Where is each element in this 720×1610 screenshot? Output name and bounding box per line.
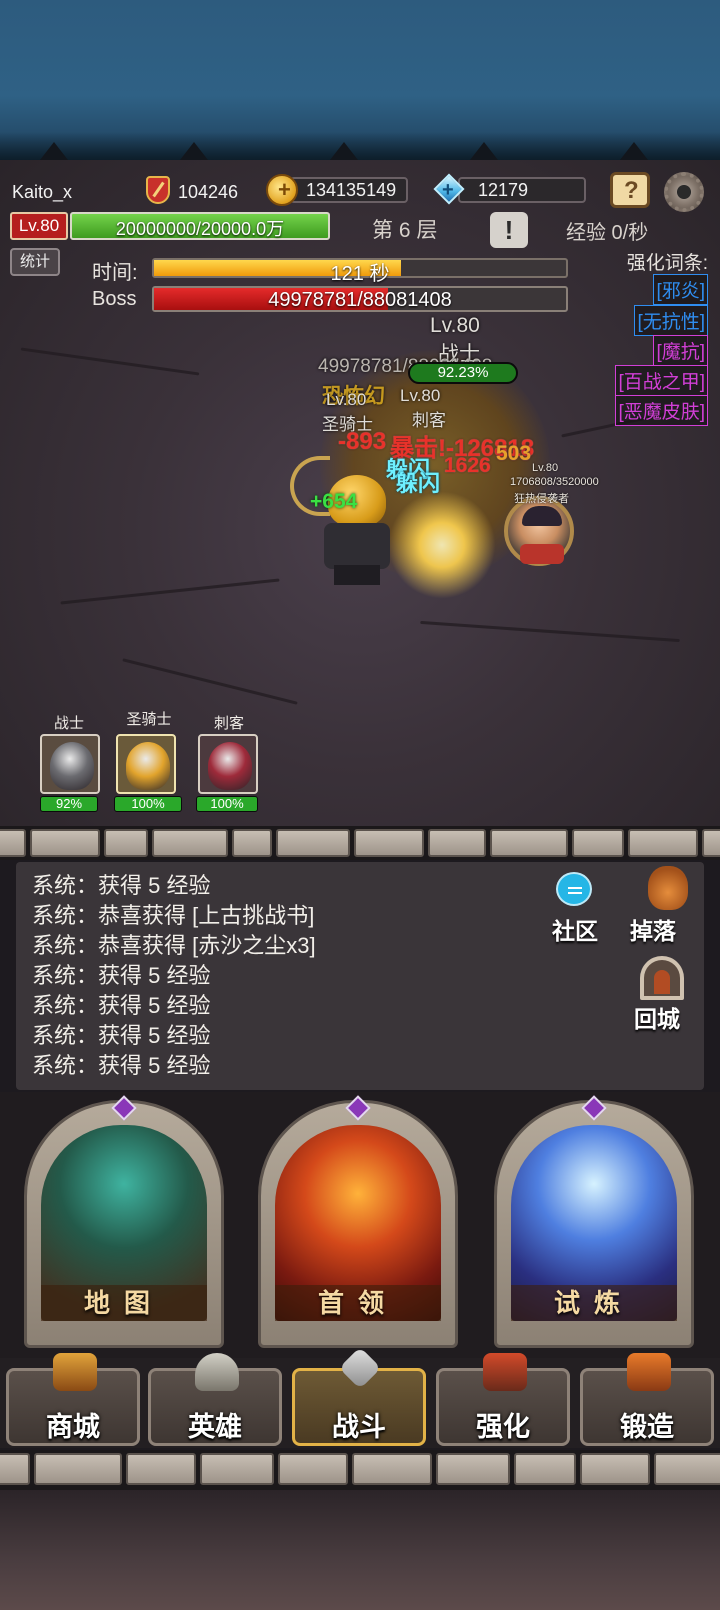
timer-label: 时间: xyxy=(92,262,138,284)
trial-mode-card[interactable]: 试炼 xyxy=(494,1095,694,1348)
damage-number: 503 xyxy=(496,442,532,465)
loot-bag-icon[interactable] xyxy=(648,866,688,910)
gold-value: 134135149 xyxy=(306,180,397,200)
log-line: 系统：获得 5 经验 xyxy=(32,1053,211,1078)
party-member-name: 圣骑士 xyxy=(126,711,172,728)
stone-wall-bottom xyxy=(0,1450,720,1490)
hero-hp-pill: 92.23% xyxy=(408,362,518,384)
nav-label: 锻造 xyxy=(620,1412,674,1442)
anvil-icon xyxy=(627,1353,671,1391)
floor-indicator: 第 6 层 xyxy=(372,219,438,242)
nav-label: 英雄 xyxy=(188,1412,242,1442)
gem-add-icon[interactable]: + xyxy=(433,173,466,206)
enemy-name: 狂热侵袭者 xyxy=(514,493,569,505)
stats-button[interactable]: 统计 xyxy=(10,248,60,276)
affix-title: 强化词条: xyxy=(626,253,708,274)
top-status-bar: Kaito_x 104246 + 134135149 + 12179 ? Lv.… xyxy=(0,160,720,248)
log-line: 系统：恭喜获得 [赤沙之尘x3] xyxy=(32,933,316,958)
log-line: 系统：获得 5 经验 xyxy=(32,993,211,1018)
hero1-level: Lv.80 xyxy=(326,390,367,409)
log-line: 系统：获得 5 经验 xyxy=(32,873,211,898)
top-banner xyxy=(0,0,720,160)
enemy-level: Lv.80 xyxy=(532,462,559,474)
alert-icon[interactable]: ! xyxy=(490,212,528,248)
party-member-hp: 100% xyxy=(114,796,182,812)
map-mode-label: 地图 xyxy=(41,1285,207,1321)
boss-mode-card[interactable]: 首领 xyxy=(258,1095,458,1348)
town-button-label[interactable]: 回城 xyxy=(634,1000,680,1034)
loot-button-label[interactable]: 掉落 xyxy=(630,912,676,946)
enemy-hp: 1706808/3520000 xyxy=(510,476,599,488)
dodge-text: 躲闪 xyxy=(396,471,441,496)
damage-number: -893 xyxy=(338,428,387,455)
nav-heroes[interactable]: 英雄 xyxy=(148,1353,282,1446)
affix-item: [魔抗] xyxy=(653,335,708,366)
nav-forge[interactable]: 锻造 xyxy=(580,1353,714,1446)
username: Kaito_x xyxy=(12,182,73,202)
battle-area: Kaito_x 104246 + 134135149 + 12179 ? Lv.… xyxy=(0,160,720,830)
heal-number: +654 xyxy=(310,490,358,513)
affix-item: [无抗性] xyxy=(634,305,708,336)
enemy-portrait xyxy=(504,496,574,566)
hero2-level: Lv.80 xyxy=(400,386,441,405)
player-level-badge: Lv.80 xyxy=(10,212,68,240)
boss-mode-label: 首领 xyxy=(275,1285,441,1321)
affix-item: [恶魔皮肤] xyxy=(615,395,708,426)
party-member-hp: 92% xyxy=(40,796,98,812)
damage-number: 1626 xyxy=(444,454,491,477)
boss-level: Lv.80 xyxy=(430,314,480,337)
map-mode-card[interactable]: 地图 xyxy=(24,1095,224,1348)
timer-text: 121 秒 xyxy=(330,263,390,285)
game-screen: Kaito_x 104246 + 134135149 + 12179 ? Lv.… xyxy=(0,0,720,1610)
boss-hp-text: 49978781/88081408 xyxy=(268,289,452,311)
viking-helmet-icon xyxy=(195,1353,239,1391)
log-line: 系统：获得 5 经验 xyxy=(32,1023,211,1048)
trial-mode-label: 试炼 xyxy=(511,1285,677,1321)
community-button-label[interactable]: 社区 xyxy=(552,912,598,946)
hammer-icon xyxy=(483,1353,527,1391)
community-chat-icon[interactable] xyxy=(556,872,592,906)
affix-item: [百战之甲] xyxy=(615,365,708,396)
nav-battle[interactable]: 战斗 xyxy=(292,1346,426,1446)
nav-label: 强化 xyxy=(476,1412,530,1442)
affix-item: [邪炎] xyxy=(653,274,708,305)
settings-gear-icon[interactable] xyxy=(664,172,704,212)
party-member-hp: 100% xyxy=(196,796,258,812)
town-gate-icon[interactable] xyxy=(640,956,684,1000)
party-member-paladin[interactable] xyxy=(116,734,176,794)
log-line: 系统：获得 5 经验 xyxy=(32,963,211,988)
nav-label: 战斗 xyxy=(332,1412,386,1442)
player-xp-text: 20000000/20000.0万 xyxy=(115,219,285,239)
quest-book-icon[interactable]: ? xyxy=(610,172,650,208)
nav-enhance[interactable]: 强化 xyxy=(436,1353,570,1446)
log-line: 系统：恭喜获得 [上古挑战书] xyxy=(32,903,315,928)
attack-power-value: 104246 xyxy=(178,182,239,202)
nav-label: 商城 xyxy=(46,1412,100,1442)
gold-add-icon[interactable]: + xyxy=(266,174,298,206)
boss-hp-label: Boss xyxy=(92,288,137,310)
party-member-warrior[interactable] xyxy=(40,734,100,794)
party-member-assassin[interactable] xyxy=(198,734,258,794)
party-member-name: 刺客 xyxy=(213,715,244,732)
party-member-name: 战士 xyxy=(53,715,84,732)
stone-wall-divider xyxy=(0,826,720,860)
treasure-chest-icon xyxy=(53,1353,97,1391)
attack-power-icon xyxy=(146,176,170,204)
nav-shop[interactable]: 商城 xyxy=(6,1353,140,1446)
exp-rate: 经验 0/秒 xyxy=(566,222,649,244)
gem-value: 12179 xyxy=(478,180,529,200)
floor-background xyxy=(0,1490,720,1610)
